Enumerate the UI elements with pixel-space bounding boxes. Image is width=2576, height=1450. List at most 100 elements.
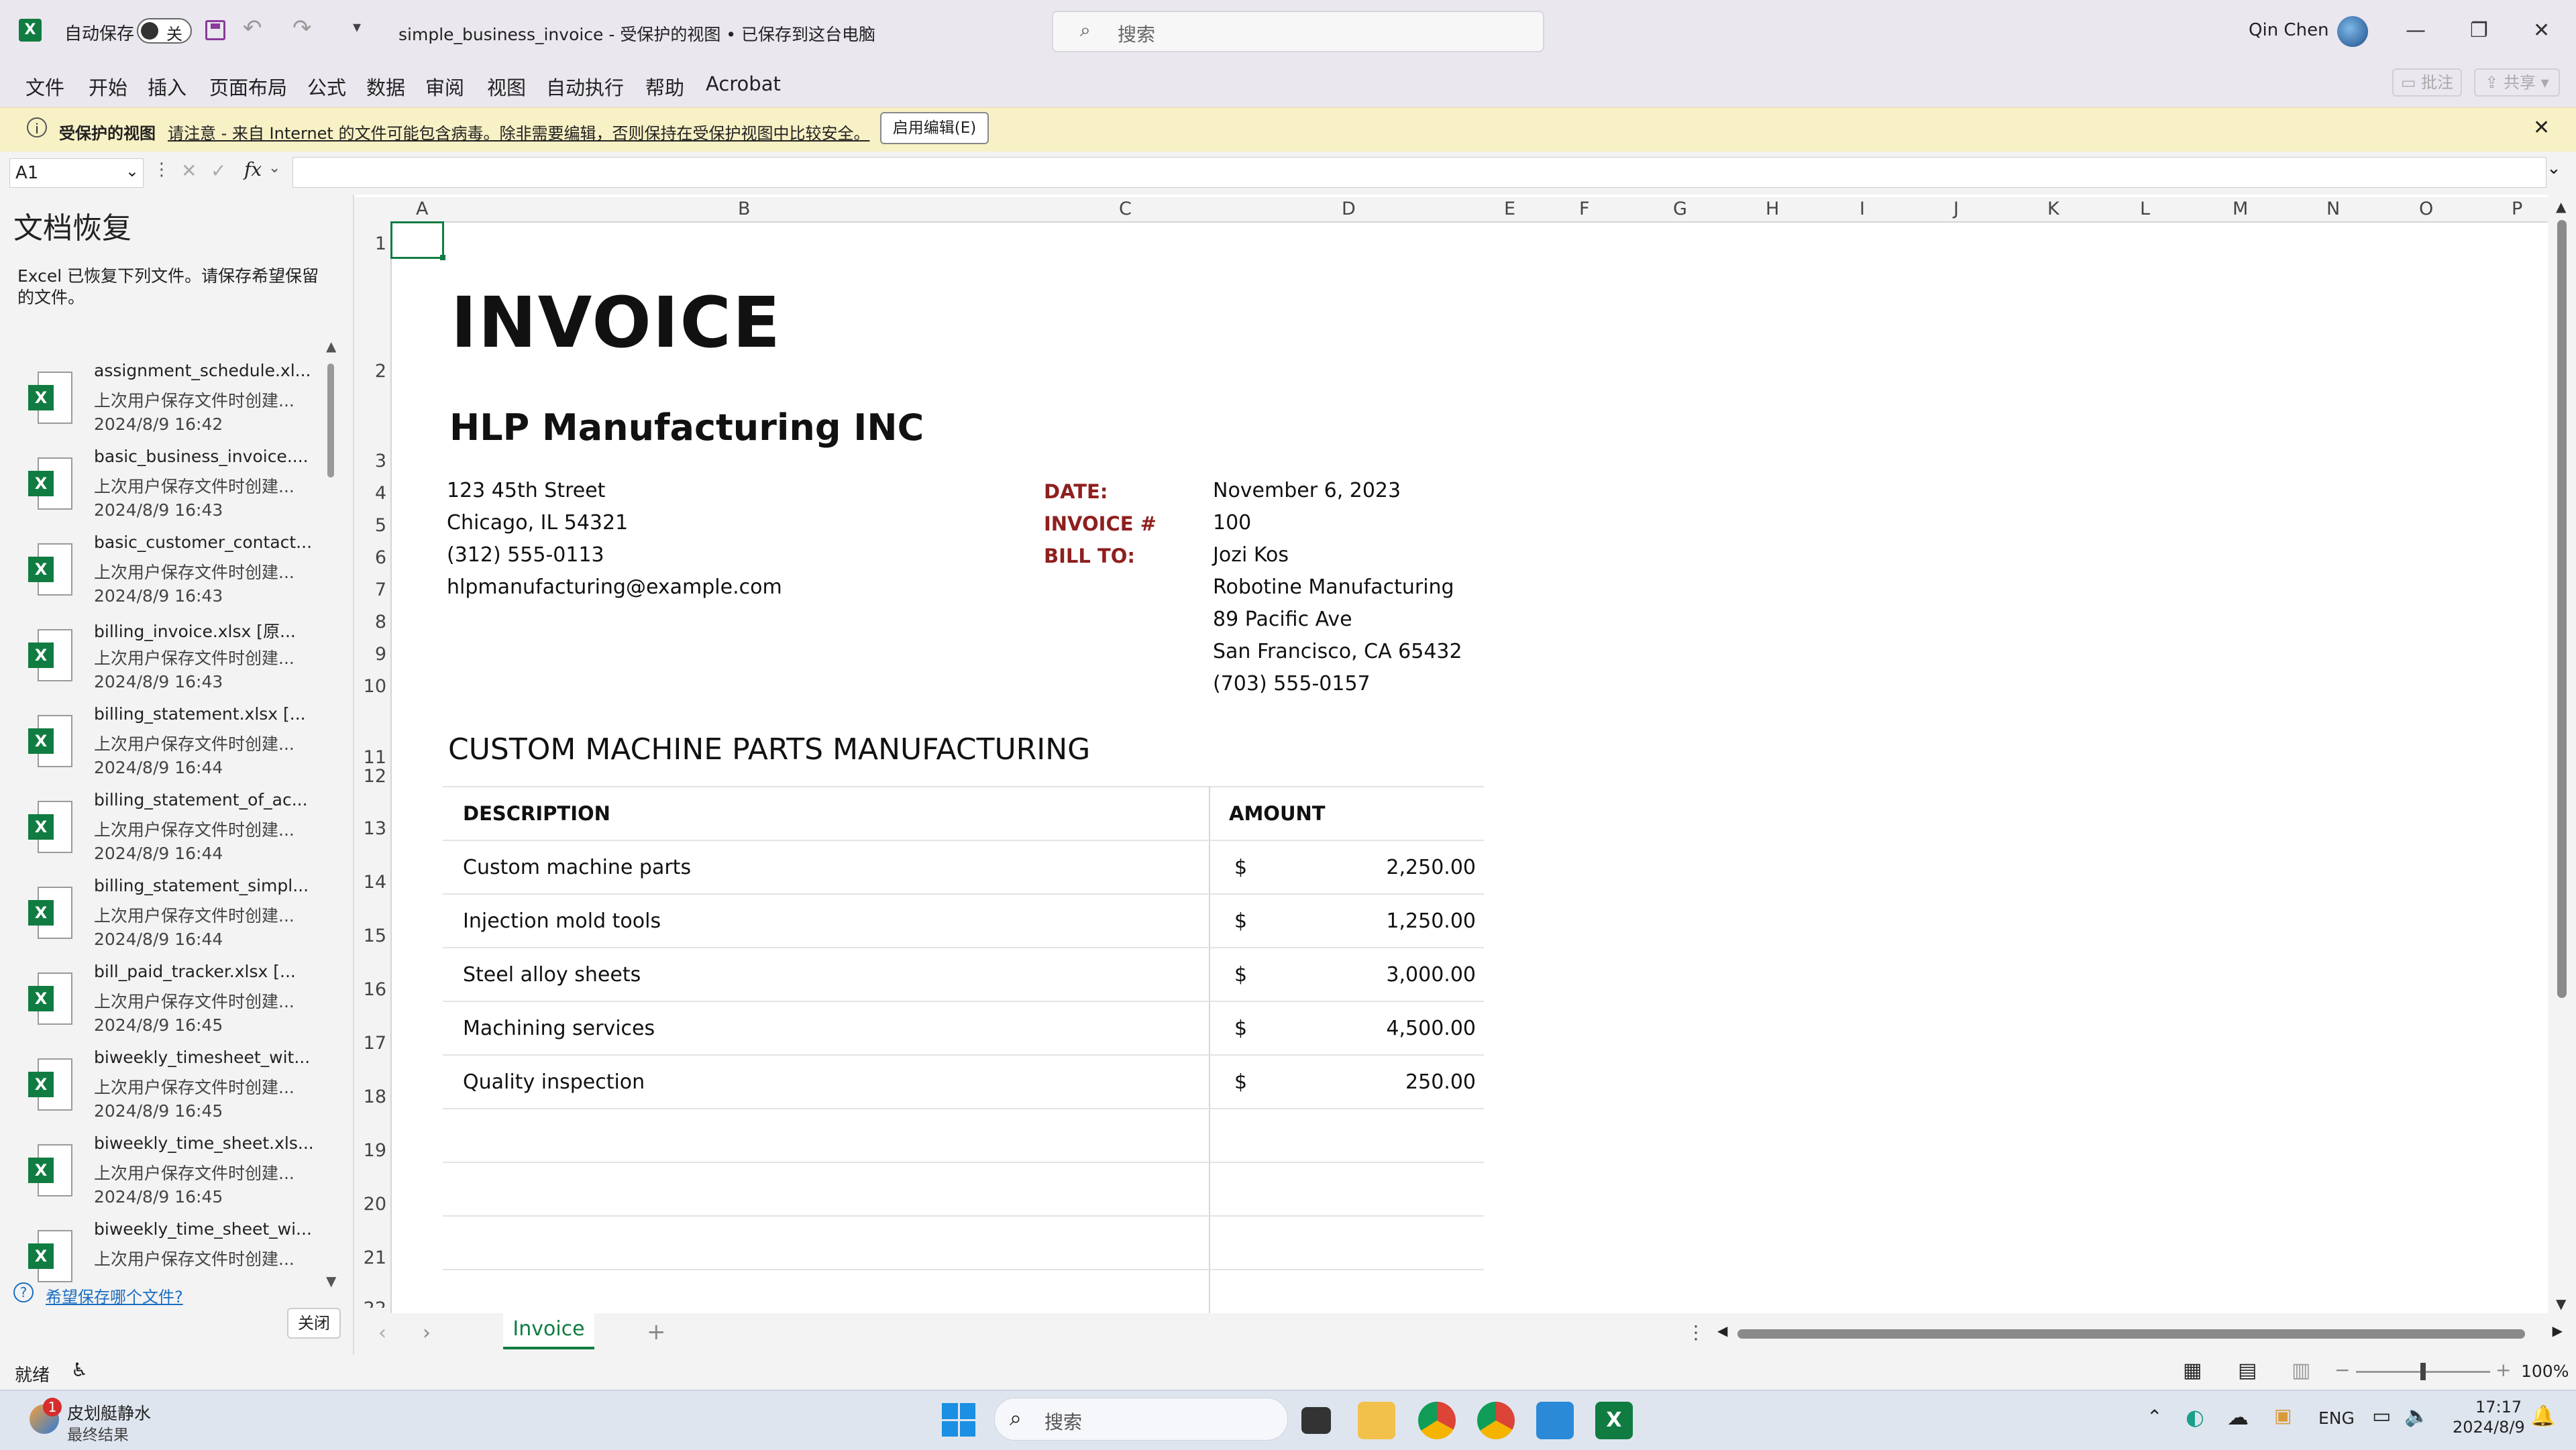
row-header[interactable]: 19	[354, 1140, 386, 1161]
column-header[interactable]: N	[2326, 199, 2340, 219]
normal-view-icon[interactable]: ▦	[2183, 1359, 2202, 1382]
save-icon[interactable]	[205, 20, 225, 40]
comments-button[interactable]: ▭ 批注	[2392, 68, 2462, 97]
row-header[interactable]: 13	[354, 818, 386, 839]
customize-toolbar-icon[interactable]: ▾	[353, 17, 361, 36]
tab-automate[interactable]: 自动执行	[546, 72, 624, 101]
row-header[interactable]: 2	[354, 361, 386, 382]
excel-taskbar-icon[interactable]: X	[1595, 1402, 1633, 1439]
minimize-icon[interactable]: —	[2406, 19, 2426, 42]
show-hidden-icons[interactable]: ⌃	[2147, 1406, 2162, 1428]
column-header[interactable]: L	[2140, 199, 2150, 219]
restore-icon[interactable]: ❐	[2470, 19, 2488, 42]
start-button[interactable]	[942, 1403, 975, 1437]
tab-help[interactable]: 帮助	[645, 72, 684, 101]
row-header[interactable]: 20	[354, 1194, 386, 1215]
chevron-down-icon[interactable]: ⌄	[268, 160, 280, 176]
tab-data[interactable]: 数据	[366, 72, 405, 101]
cancel-icon[interactable]: ✕	[181, 160, 197, 182]
insert-function-icon[interactable]: fx	[244, 158, 262, 180]
recovery-list-item[interactable]: Xbasic_customer_contact... 上次用户保存文件时创建...…	[0, 533, 329, 618]
row-header[interactable]: 16	[354, 979, 386, 1000]
avatar[interactable]	[2337, 16, 2368, 47]
onedrive-icon[interactable]: ☁	[2227, 1404, 2249, 1430]
expand-formula-icon[interactable]: ⌄	[2546, 158, 2561, 178]
row-header[interactable]: 18	[354, 1086, 386, 1107]
recovery-list-item[interactable]: Xbiweekly_time_sheet_wi... 上次用户保存文件时创建...	[0, 1219, 329, 1286]
enter-icon[interactable]: ✓	[211, 160, 226, 182]
row-header[interactable]: 5	[354, 515, 386, 536]
active-cell-a1[interactable]	[390, 221, 444, 259]
close-icon[interactable]: ✕	[2533, 19, 2550, 42]
row-header[interactable]: 11	[354, 747, 386, 768]
enable-editing-button[interactable]: 启用编辑(E)	[880, 112, 989, 144]
clock-date[interactable]: 2024/8/9	[2453, 1418, 2525, 1437]
help-link[interactable]: 希望保存哪个文件?	[46, 1284, 183, 1307]
row-header[interactable]: 10	[354, 676, 386, 697]
zoom-in-icon[interactable]: +	[2496, 1359, 2511, 1381]
weather-widget[interactable]: 1 皮划艇静水 最终结果	[27, 1396, 228, 1444]
formula-input[interactable]	[292, 157, 2546, 188]
row-header[interactable]: 6	[354, 547, 386, 568]
column-header[interactable]: E	[1504, 199, 1515, 219]
row-header[interactable]: 3	[354, 451, 386, 471]
tab-page-layout[interactable]: 页面布局	[209, 72, 287, 101]
horizontal-scrollbar[interactable]: ◀ ▶	[1717, 1323, 2563, 1341]
autosave-toggle[interactable]: 关	[137, 18, 192, 44]
recovery-list-item[interactable]: Xbilling_statement_simpl... 上次用户保存文件时创建..…	[0, 876, 329, 962]
user-name[interactable]: Qin Chen	[2249, 20, 2329, 40]
recovery-list-item[interactable]: Xbilling_statement_of_ac... 上次用户保存文件时创建..…	[0, 790, 329, 876]
tab-acrobat[interactable]: Acrobat	[706, 72, 781, 95]
zoom-slider[interactable]	[2356, 1363, 2490, 1380]
volume-icon[interactable]: 🔈	[2404, 1404, 2429, 1428]
next-sheet-icon[interactable]: ›	[423, 1321, 431, 1345]
recovery-list-item[interactable]: Xbilling_invoice.xlsx [原... 上次用户保存文件时创建..…	[0, 618, 329, 704]
chrome-profile-icon[interactable]	[1477, 1402, 1515, 1439]
row-header[interactable]: 1	[354, 233, 386, 254]
tab-insert[interactable]: 插入	[148, 72, 186, 101]
close-button[interactable]: 关闭	[287, 1308, 341, 1339]
page-break-view-icon[interactable]: ▥	[2292, 1359, 2310, 1382]
fill-handle[interactable]	[440, 255, 445, 260]
recovery-list-item[interactable]: Xbasic_business_invoice.... 上次用户保存文件时创建..…	[0, 447, 329, 533]
column-header[interactable]: C	[1119, 199, 1132, 219]
document-title[interactable]: simple_business_invoice - 受保护的视图 • 已保存到这…	[398, 21, 875, 46]
protected-view-message[interactable]: 请注意 - 来自 Internet 的文件可能包含病毒。除非需要编辑，否则保持在…	[168, 120, 869, 144]
column-header[interactable]: H	[1766, 199, 1779, 219]
add-sheet-icon[interactable]: +	[647, 1319, 666, 1345]
column-header[interactable]: D	[1342, 199, 1356, 219]
column-header[interactable]: M	[2233, 199, 2248, 219]
row-header[interactable]: 12	[354, 766, 386, 787]
column-header[interactable]: K	[2047, 199, 2059, 219]
name-box[interactable]: A1 ⌄	[9, 158, 144, 188]
column-header[interactable]: I	[1860, 199, 1865, 219]
more-options-icon[interactable]: ⋮	[153, 160, 170, 180]
language-indicator[interactable]: ENG	[2318, 1408, 2355, 1428]
zoom-level[interactable]: 100%	[2521, 1361, 2569, 1381]
row-header[interactable]: 9	[354, 644, 386, 665]
column-header[interactable]: A	[416, 199, 428, 219]
tab-home[interactable]: 开始	[89, 72, 127, 101]
search-box[interactable]: ⌕ 搜索	[1052, 11, 1544, 52]
task-view-icon[interactable]	[1301, 1407, 1331, 1434]
sheet-tab-invoice[interactable]: Invoice	[503, 1313, 594, 1349]
undo-icon[interactable]: ↶	[243, 15, 262, 42]
chevron-down-icon[interactable]: ⌄	[859, 20, 871, 37]
column-header[interactable]: O	[2419, 199, 2433, 219]
column-header[interactable]: B	[738, 199, 751, 219]
column-header[interactable]: G	[1673, 199, 1687, 219]
chrome-icon[interactable]	[1418, 1402, 1456, 1439]
row-header[interactable]: 7	[354, 579, 386, 600]
prev-sheet-icon[interactable]: ‹	[378, 1321, 386, 1345]
row-header[interactable]: 8	[354, 612, 386, 632]
share-button[interactable]: ⇪ 共享 ▾	[2474, 68, 2560, 97]
recovery-list-item[interactable]: Xbiweekly_timesheet_wit... 上次用户保存文件时创建...…	[0, 1048, 329, 1133]
tab-formulas[interactable]: 公式	[307, 72, 346, 101]
zoom-out-icon[interactable]: −	[2334, 1359, 2350, 1381]
row-header[interactable]: 15	[354, 926, 386, 946]
file-explorer-icon[interactable]	[1358, 1402, 1395, 1439]
row-header[interactable]: 4	[354, 483, 386, 504]
column-header[interactable]: F	[1579, 199, 1590, 219]
vertical-scrollbar[interactable]: ▲ ▼	[2548, 197, 2576, 1313]
recovery-list-item[interactable]: Xbiweekly_time_sheet.xls... 上次用户保存文件时创建..…	[0, 1133, 329, 1219]
